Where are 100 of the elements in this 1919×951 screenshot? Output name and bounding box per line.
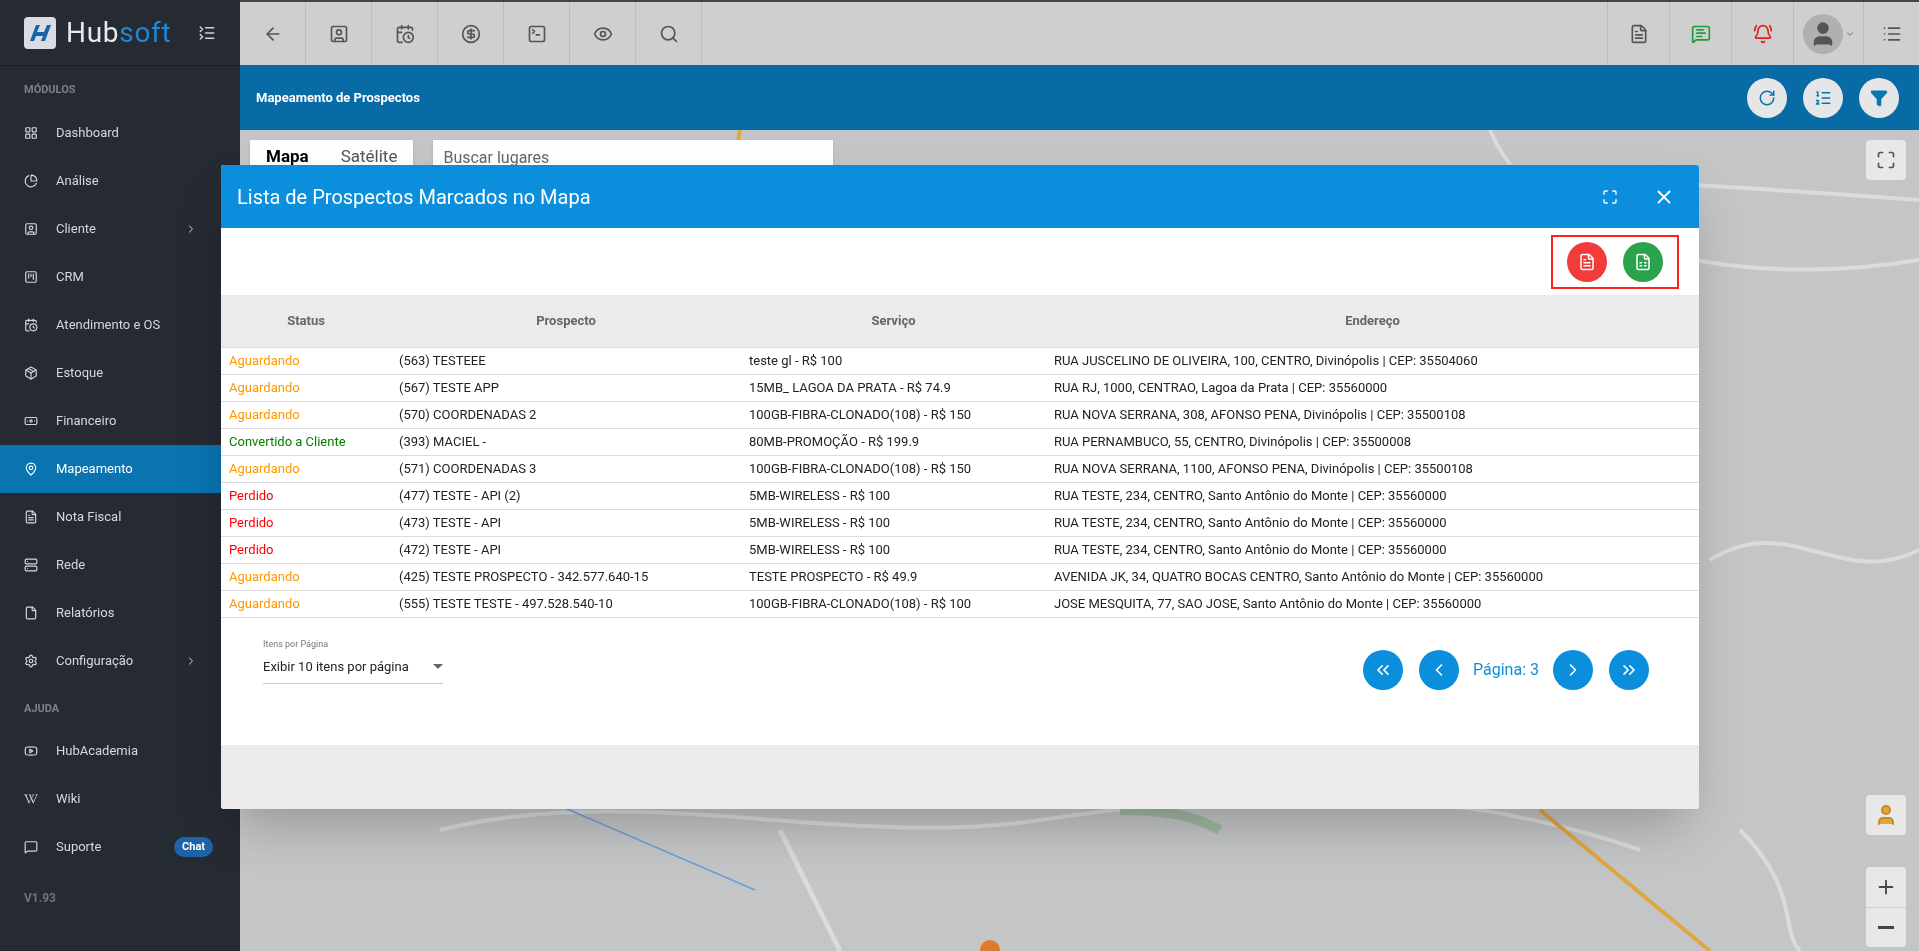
status-cell: Aguardando [221,374,391,401]
select-value: Exibir 10 itens por página [263,658,409,676]
map-pin-icon [24,461,38,476]
contact-card-icon [24,221,38,236]
item-label: Configuração [56,651,134,670]
sidebar-item[interactable]: Rede [0,540,221,589]
item-label: Financeiro [56,411,117,430]
w-letter-icon [24,792,38,806]
document-icon [24,509,38,524]
sidebar-item[interactable]: Atendimento e OS [0,300,221,349]
logo-icon [24,16,56,49]
sidebar-item[interactable]: Análise [0,156,221,205]
table-cell: RUA RJ, 1000, CENTRAO, Lagoa da Prata | CEP: 35560000 [1046,374,1699,401]
table-cell: teste gl - R$ 100 [741,347,1046,374]
table-cell: 100GB-FIBRA-CLONADO(108) - R$ 150 [741,455,1046,482]
minus-icon [1878,926,1894,929]
settings-icon [24,653,38,668]
column-header: Serviço [741,295,1046,347]
status-cell: Convertido a Cliente [221,428,391,455]
item-label: Suporte [56,838,102,857]
first-page-button[interactable] [1363,649,1404,690]
status-cell: Perdido [221,509,391,536]
sidebar-item[interactable]: Mapeamento [0,444,221,493]
street-view-button[interactable] [1866,795,1906,835]
sidebar-item[interactable]: Dashboard [0,108,221,157]
table-cell: RUA PERNAMBUCO, 55, CENTRO, Divinópolis | CEP: 35500008 [1046,428,1699,455]
status-cell: Aguardando [221,455,391,482]
fullscreen-icon [1602,188,1618,205]
item-label: Atendimento e OS [56,315,161,334]
table-cell: (393) MACIEL - [391,428,741,455]
table-cell: JOSE MESQUITA, 77, SAO JOSE, Santo Antônio do Monte | CEP: 35560000 [1046,590,1699,617]
table-cell: 5MB-WIRELESS - R$ 100 [741,482,1046,509]
table-cell: 100GB-FIBRA-CLONADO(108) - R$ 100 [741,590,1046,617]
fullscreen-button[interactable] [1866,140,1906,180]
table-cell: 80MB-PROMOÇÃO - R$ 199.9 [741,428,1046,455]
item-label: Nota Fiscal [56,507,122,526]
table-cell: (567) TESTE APP [391,374,741,401]
refresh-button[interactable] [1747,77,1787,118]
table-cell: (571) COORDENADAS 3 [391,455,741,482]
bell-icon [1752,23,1773,44]
fullscreen-icon [1876,150,1896,170]
item-label: Rede [56,555,86,574]
sidebar-item[interactable]: HubAcademia [0,727,221,775]
chat-icon [24,840,38,854]
sidebar-item[interactable]: Configuração [0,636,221,685]
item-label: Relatórios [56,603,115,622]
list-button[interactable] [1803,77,1843,118]
previous-page-button[interactable] [1419,649,1460,690]
refresh-icon [1758,88,1776,107]
item-label: Cliente [56,219,96,238]
next-page-button[interactable] [1553,649,1593,690]
filter-button[interactable] [1859,77,1899,118]
play-icon [24,744,38,758]
search-icon [658,23,679,44]
sidebar-item[interactable]: Financeiro [0,396,221,445]
dropdown-caret-icon [433,664,443,670]
chat-badge: Chat [174,836,213,858]
table-cell: (477) TESTE - API (2) [391,482,741,509]
terminal-icon [526,23,547,44]
table-cell: RUA NOVA SERRANA, 1100, AFONSO PENA, Divinópolis | CEP: 35500108 [1046,455,1699,482]
status-cell: Aguardando [221,347,391,374]
sidebar-item[interactable]: Wiki [0,775,221,823]
sidebar-item[interactable]: Nota Fiscal [0,492,221,541]
item-label: CRM [56,267,84,286]
page-indicator: Página: 3 [1473,658,1539,681]
sidebar-item[interactable]: Estoque [0,348,221,397]
sidebar-item[interactable]: CRM [0,252,221,301]
last-page-button[interactable] [1609,649,1649,690]
status-cell: Aguardando [221,563,391,590]
sidebar-item[interactable]: Suporte Chat [0,823,221,871]
table-cell: (425) TESTE PROSPECTO - 342.577.640-15 [391,563,741,590]
column-header: Status [221,295,391,347]
table-cell: (563) TESTEEE [391,347,741,374]
pie-chart-icon [24,173,38,188]
collapse-icon[interactable] [198,23,216,42]
contact-card-icon [328,23,349,44]
export-excel-button[interactable] [1623,241,1663,282]
item-label: Mapeamento [56,459,133,478]
calendar-clock-icon [24,317,38,332]
status-cell: Perdido [221,536,391,563]
table-cell: (473) TESTE - API [391,509,741,536]
table-cell: (570) COORDENADAS 2 [391,401,741,428]
page-title: Mapeamento de Prospectos [256,88,420,107]
version-label: V1.93 [23,890,57,907]
item-label: Wiki [56,790,81,809]
box-icon [24,365,38,380]
table-cell: RUA JUSCELINO DE OLIVEIRA, 100, CENTRO, Divinópolis | CEP: 35504060 [1046,347,1699,374]
numbered-list-icon [1814,88,1832,107]
table-cell: AVENIDA JK, 34, QUATRO BOCAS CENTRO, Santo Antônio do Monte | CEP: 35560000 [1046,563,1699,590]
section-title: MÓDULOS [23,82,77,98]
sidebar-item[interactable]: Cliente [0,204,221,253]
page-size-select[interactable]: Itens por Página Exibir 10 itens por página [263,637,443,684]
table-cell: 5MB-WIRELESS - R$ 100 [741,536,1046,563]
spreadsheet-icon [1634,252,1652,271]
export-pdf-button[interactable] [1567,241,1607,282]
item-label: Dashboard [56,123,119,142]
table-cell: RUA TESTE, 234, CENTRO, Santo Antônio do Monte | CEP: 35560000 [1046,482,1699,509]
column-header: Endereço [1046,295,1699,347]
calendar-clock-icon [394,23,415,44]
sidebar-item[interactable]: Relatórios [0,588,221,637]
